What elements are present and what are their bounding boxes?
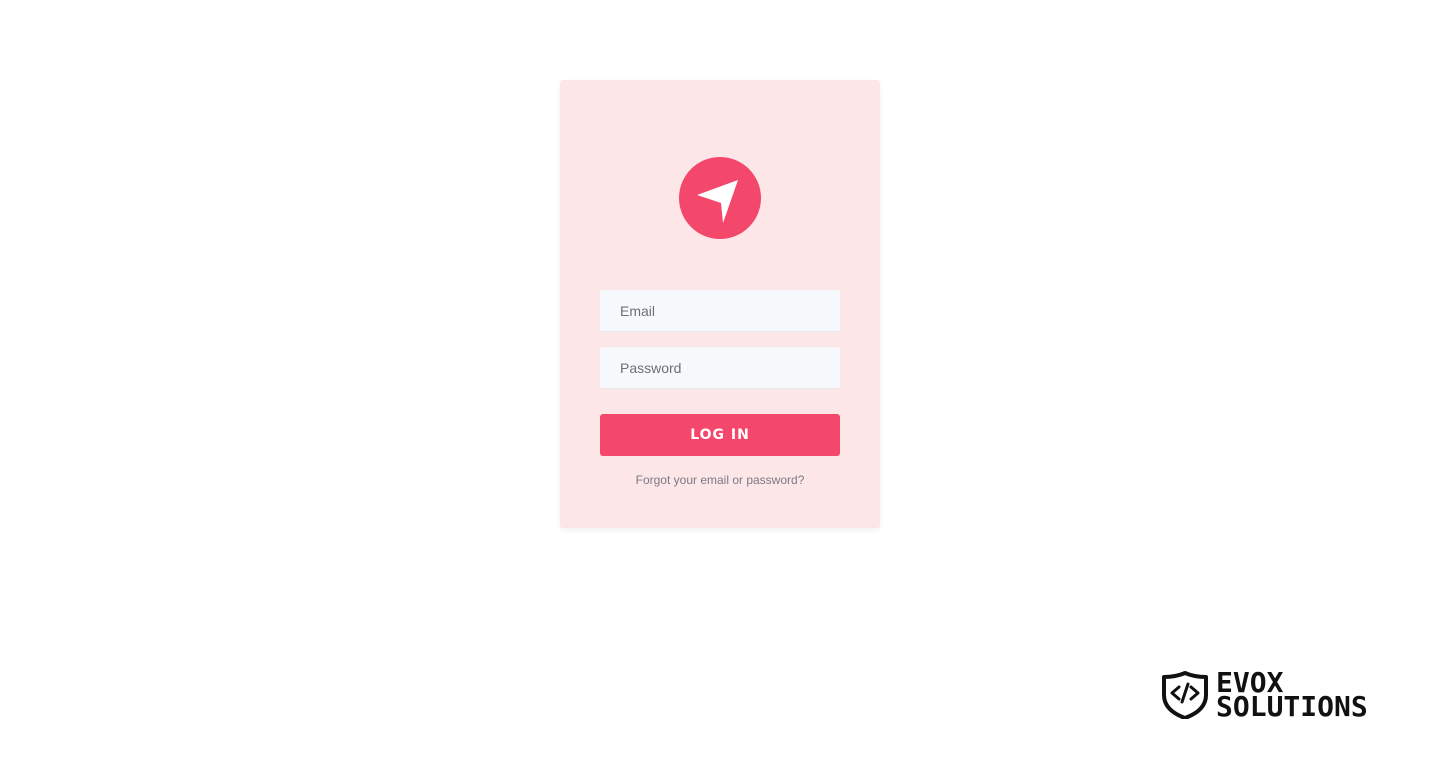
login-button[interactable]: LOG IN bbox=[600, 414, 840, 456]
password-field[interactable] bbox=[600, 347, 840, 389]
navigation-arrow-icon bbox=[679, 157, 761, 239]
brand-wordmark: EVOX SOLUTIONS bbox=[1216, 669, 1368, 723]
app-logo bbox=[679, 157, 761, 239]
code-shield-icon bbox=[1162, 671, 1208, 719]
login-card: LOG IN Forgot your email or password? bbox=[560, 80, 880, 528]
email-field[interactable] bbox=[600, 290, 840, 332]
brand-name-line2: SOLUTIONS bbox=[1216, 690, 1368, 723]
login-page: LOG IN Forgot your email or password? EV… bbox=[0, 0, 1440, 757]
brand-logo: EVOX SOLUTIONS bbox=[1162, 669, 1402, 723]
forgot-credentials-link[interactable]: Forgot your email or password? bbox=[560, 473, 880, 487]
